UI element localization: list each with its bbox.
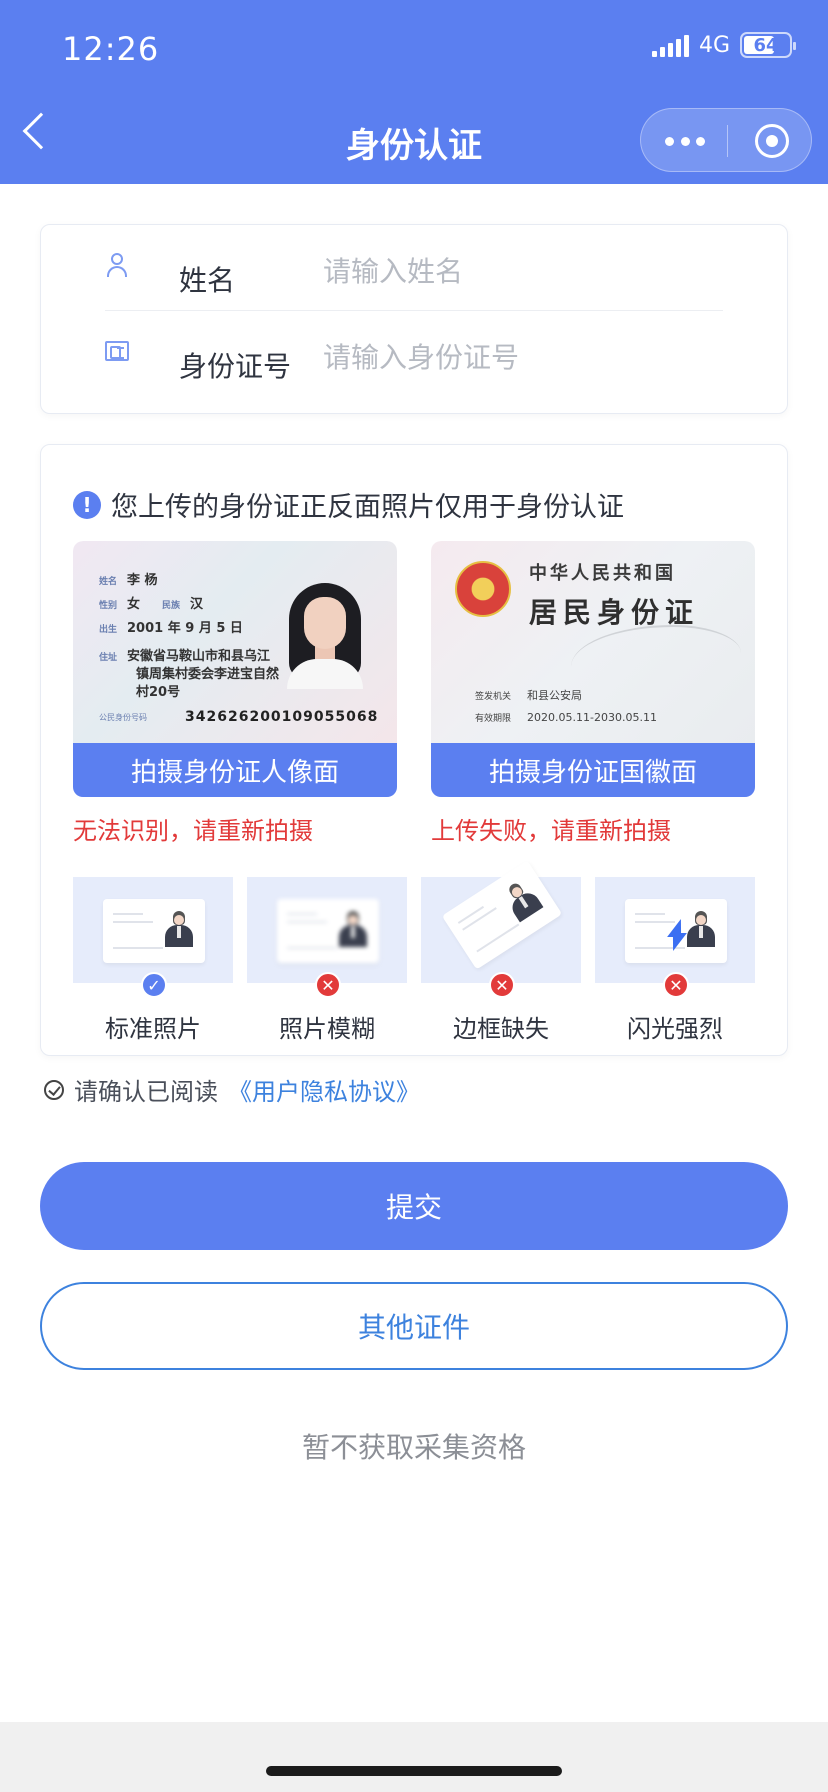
card-valid: 2020.05.11-2030.05.11 — [527, 711, 657, 724]
more-icon[interactable] — [665, 131, 705, 151]
card-addr-key: 住址 — [99, 653, 118, 663]
card-id-number: 342626200109055068 — [185, 709, 379, 725]
example-strong-flash: ✕ 闪光强烈 — [595, 877, 755, 1047]
photo-examples: ✓ 标准照片 ✕ 照片模糊 ✕ 边框缺失 ✕ 闪光强烈 — [73, 860, 757, 1047]
battery-level: 64 — [753, 34, 779, 56]
agreement-text: 请确认已阅读 — [74, 1078, 218, 1106]
privacy-policy-link[interactable]: 《用户隐私协议》 — [228, 1072, 420, 1107]
id-back-photo: 中华人民共和国 居民身份证 签发机关 和县公安局 有效期限 2020.05.11-2… — [431, 541, 755, 745]
bottom-bar — [0, 1722, 828, 1792]
agreement-row: 请确认已阅读 《用户隐私协议》 — [44, 1072, 420, 1107]
example-label: 标准照片 — [105, 1015, 201, 1043]
identity-form: 姓名 身份证号 — [40, 224, 788, 414]
card-addr-line1: 安徽省马鞍山市和县乌江 — [127, 649, 271, 664]
example-missing-border: ✕ 边框缺失 — [421, 860, 581, 1047]
cross-icon: ✕ — [489, 972, 515, 998]
example-label: 闪光强烈 — [627, 1015, 723, 1043]
front-error-message: 无法识别，请重新拍摄 — [73, 817, 313, 845]
app-header: 12:26 4G 64 身份认证 — [0, 0, 828, 184]
id-back-upload[interactable]: 中华人民共和国 居民身份证 签发机关 和县公安局 有效期限 2020.05.11-2… — [431, 541, 755, 797]
privacy-notice: ! 您上传的身份证正反面照片仅用于身份认证 — [73, 485, 624, 524]
great-wall-graphic — [571, 625, 741, 695]
example-label: 边框缺失 — [453, 1015, 549, 1043]
upload-card: ! 您上传的身份证正反面照片仅用于身份认证 姓名李 杨 性别女 民族汉 出生 200… — [40, 444, 788, 1056]
card-authority-key: 签发机关 — [475, 692, 512, 702]
submit-button[interactable]: 提交 — [40, 1162, 788, 1250]
name-row: 姓名 — [105, 225, 743, 311]
national-emblem-icon — [455, 561, 511, 617]
id-card-icon — [105, 341, 129, 361]
card-sex-key: 性别 — [99, 601, 118, 611]
card-id-key: 公民身份号码 — [99, 713, 147, 722]
card-country: 中华人民共和国 — [529, 563, 676, 584]
card-valid-key: 有效期限 — [475, 714, 512, 724]
user-icon — [105, 253, 127, 279]
notice-text: 您上传的身份证正反面照片仅用于身份认证 — [111, 492, 624, 523]
id-front-upload[interactable]: 姓名李 杨 性别女 民族汉 出生 2001 年 9 月 5 日 住址 安徽省马鞍山市和… — [73, 541, 397, 797]
home-indicator[interactable] — [266, 1766, 562, 1776]
agreement-checkbox[interactable] — [44, 1079, 64, 1100]
card-addr-line2: 镇周集村委会李进宝自然 — [136, 667, 280, 682]
battery-icon: 64 — [740, 32, 796, 58]
status-icons: 4G 64 — [651, 32, 796, 58]
capture-front-button[interactable]: 拍摄身份证人像面 — [73, 743, 397, 797]
mini-program-capsule — [640, 108, 812, 172]
cross-icon: ✕ — [315, 972, 341, 998]
flash-icon — [667, 919, 687, 949]
network-type: 4G — [698, 32, 730, 58]
id-number-row: 身份证号 — [105, 311, 743, 397]
example-standard: ✓ 标准照片 — [73, 877, 233, 1047]
card-birth: 2001 年 9 月 5 日 — [127, 621, 243, 636]
name-input[interactable] — [323, 249, 743, 293]
other-documents-button[interactable]: 其他证件 — [40, 1282, 788, 1370]
check-icon: ✓ — [141, 972, 167, 998]
skip-link[interactable]: 暂不获取采集资格 — [0, 1426, 828, 1466]
example-label: 照片模糊 — [279, 1015, 375, 1043]
card-nation: 汉 — [190, 597, 204, 612]
card-name: 李 杨 — [127, 573, 158, 588]
portrait-photo — [279, 577, 371, 689]
card-addr-line3: 村20号 — [136, 685, 181, 700]
name-label: 姓名 — [179, 264, 236, 297]
close-target-icon[interactable] — [755, 124, 789, 158]
example-blurry: ✕ 照片模糊 — [247, 877, 407, 1047]
cross-icon: ✕ — [663, 972, 689, 998]
signal-icon — [651, 33, 689, 57]
capture-back-button[interactable]: 拍摄身份证国徽面 — [431, 743, 755, 797]
id-front-photo: 姓名李 杨 性别女 民族汉 出生 2001 年 9 月 5 日 住址 安徽省马鞍山市和… — [73, 541, 397, 745]
id-number-input[interactable] — [323, 335, 743, 379]
back-error-message: 上传失败，请重新拍摄 — [431, 817, 671, 845]
card-authority: 和县公安局 — [527, 689, 583, 702]
card-nation-key: 民族 — [162, 601, 181, 611]
card-name-key: 姓名 — [99, 577, 118, 587]
status-time: 12:26 — [62, 30, 160, 68]
id-number-label: 身份证号 — [179, 350, 292, 383]
card-birth-key: 出生 — [99, 625, 118, 635]
card-sex: 女 — [127, 597, 141, 612]
info-icon: ! — [73, 490, 101, 519]
